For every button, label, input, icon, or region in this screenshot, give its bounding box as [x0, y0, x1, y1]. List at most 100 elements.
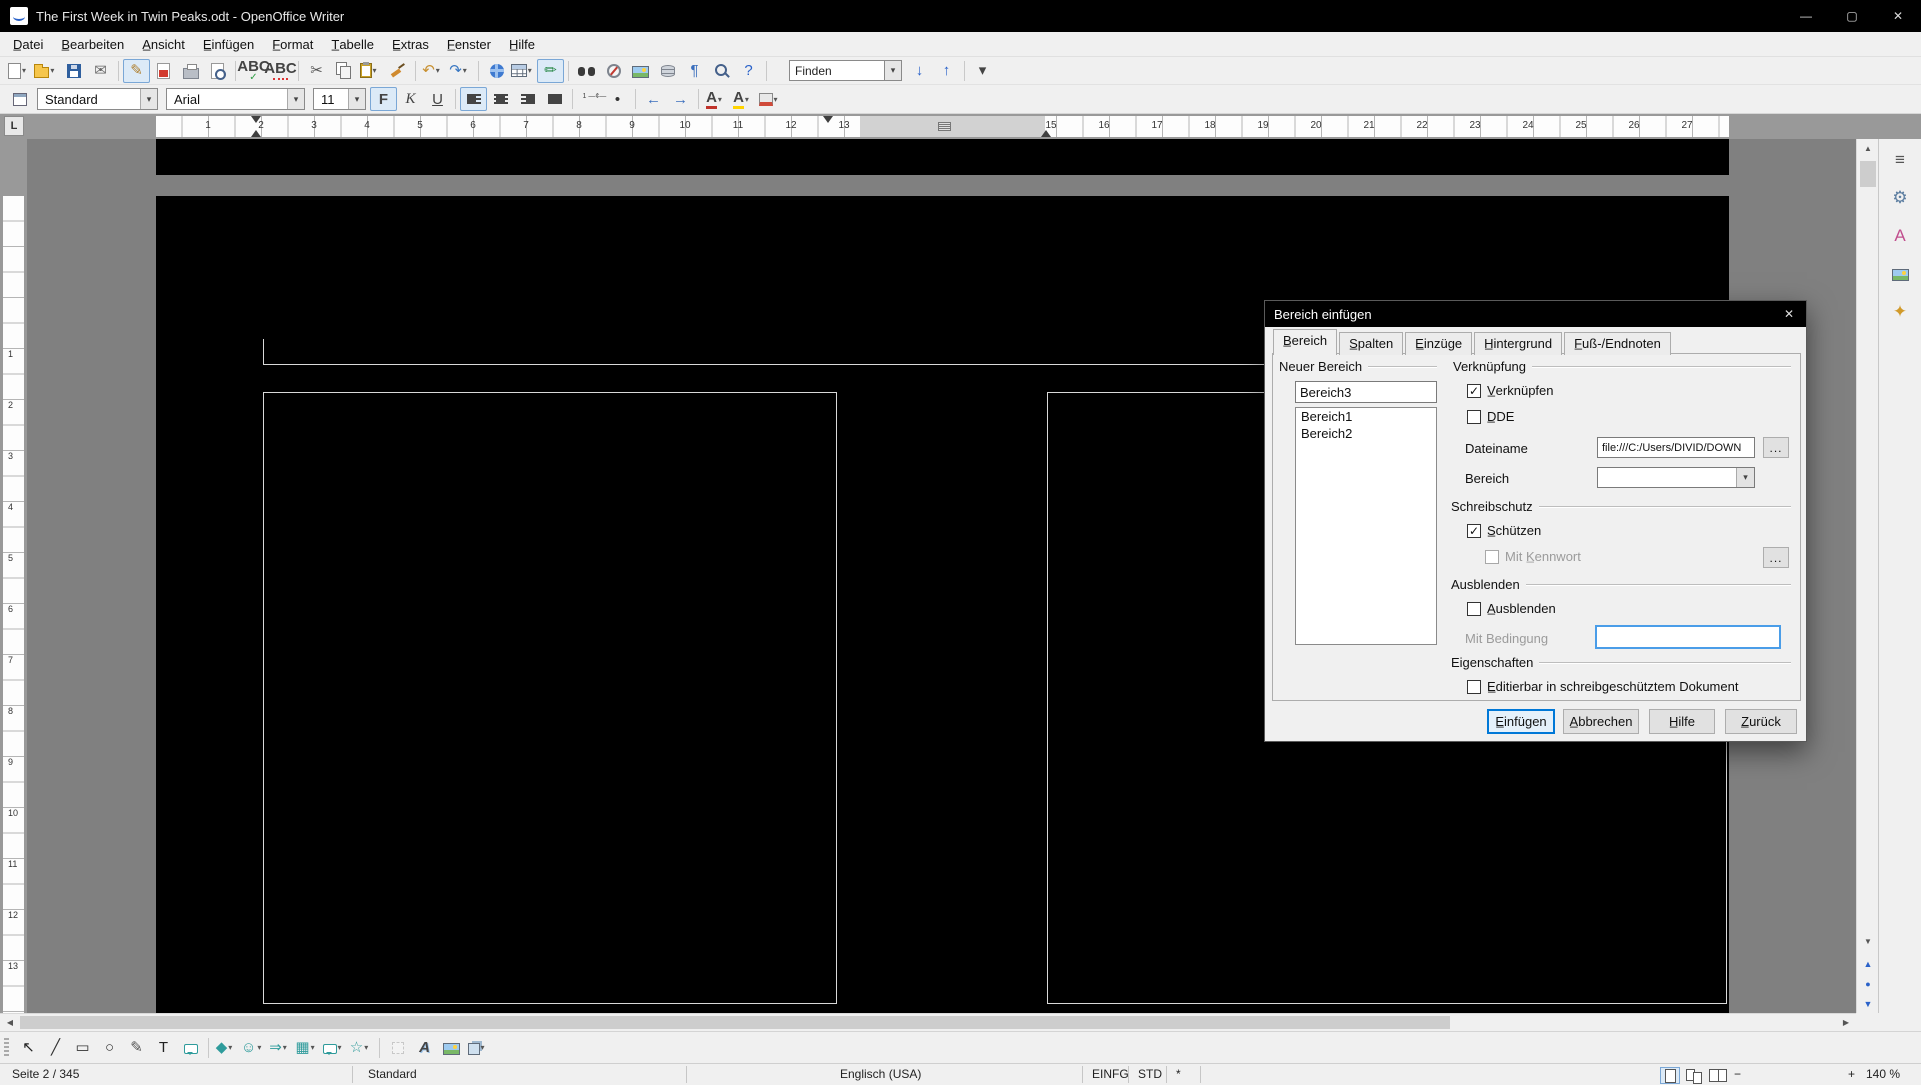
section-select-dropdown-icon[interactable]: ▾ — [1736, 468, 1754, 487]
tab-bereich[interactable]: B̲ereich — [1273, 329, 1337, 355]
send-email-button[interactable]: ✉ — [87, 59, 114, 83]
condition-input[interactable] — [1595, 625, 1781, 649]
find-replace-button[interactable] — [573, 59, 600, 83]
dde-checkbox[interactable]: D̲DE — [1467, 409, 1514, 424]
edit-file-button[interactable]: ✎ — [123, 59, 150, 83]
close-button[interactable]: ✕ — [1875, 0, 1921, 32]
insert-button[interactable]: E̲infügen — [1487, 709, 1555, 734]
export-pdf-button[interactable] — [150, 59, 177, 83]
minimize-button[interactable]: — — [1783, 0, 1829, 32]
font-size-dropdown-icon[interactable]: ▾ — [348, 89, 365, 109]
menu-tabelle[interactable]: T̲abelle — [322, 34, 383, 55]
menu-extras[interactable]: E̲xtras — [383, 34, 438, 55]
scroll-down-button[interactable]: ▼ — [1857, 932, 1879, 951]
bullet-list-button[interactable]: • — [604, 87, 631, 111]
view-book-button[interactable] — [1708, 1067, 1728, 1084]
next-page-button[interactable]: ▼ — [1857, 994, 1879, 1013]
font-color-button[interactable]: A▾ — [703, 87, 730, 111]
font-name-dropdown-icon[interactable]: ▾ — [287, 89, 304, 109]
draw-functions-button[interactable]: ✏ — [537, 59, 564, 83]
toolbar-grip[interactable] — [4, 1038, 9, 1058]
new-document-button[interactable]: ▾ — [6, 59, 33, 83]
dialog-titlebar[interactable]: Bereich einfügen ✕ — [1265, 301, 1806, 327]
menu-hilfe[interactable]: H̲ilfe — [500, 34, 544, 55]
find-next-button[interactable]: ↓ — [906, 59, 933, 83]
block-arrows-button[interactable]: ⇒▾ — [267, 1036, 294, 1060]
font-size-combo[interactable]: 11 ▾ — [313, 88, 366, 110]
help-button[interactable]: H̲ilfe — [1649, 709, 1715, 734]
hide-checkbox-box[interactable] — [1467, 602, 1481, 616]
section-list-item[interactable]: Bereich1 — [1296, 408, 1436, 425]
paragraph-style-combo[interactable]: Standard ▾ — [37, 88, 158, 110]
scroll-up-button[interactable]: ▲ — [1857, 139, 1879, 158]
vertical-ruler[interactable]: 12345678910111213 — [0, 139, 27, 1013]
restore-button[interactable]: ▢ — [1829, 0, 1875, 32]
decrease-indent-button[interactable]: ← — [640, 87, 667, 111]
view-multi-page-button[interactable] — [1684, 1067, 1704, 1084]
status-page-number[interactable]: Seite 2 / 345 — [12, 1067, 79, 1081]
line-button[interactable]: ╱ — [42, 1036, 69, 1060]
sidebar-toggle-button[interactable]: ≡ — [1884, 143, 1916, 175]
password-browse-button[interactable]: ... — [1763, 547, 1789, 568]
font-name-combo[interactable]: Arial ▾ — [166, 88, 305, 110]
column2-indent-marker[interactable] — [1041, 130, 1051, 137]
copy-button[interactable] — [330, 59, 357, 83]
tab-stop-selector[interactable]: L — [4, 116, 24, 136]
zoom-out-button[interactable]: − — [1734, 1067, 1741, 1081]
password-checkbox[interactable]: Mit K̲ennwort — [1485, 549, 1581, 564]
background-color-button[interactable]: ▾ — [757, 87, 784, 111]
titlebar[interactable]: The First Week in Twin Peaks.odt - OpenO… — [0, 0, 1921, 32]
menu-ansicht[interactable]: A̲nsicht — [133, 34, 194, 55]
redo-dropdown-icon[interactable]: ▾ — [463, 66, 472, 75]
increase-indent-button[interactable]: → — [667, 87, 694, 111]
cancel-button[interactable]: A̲bbrechen — [1563, 709, 1639, 734]
insert-table-button[interactable]: ▾ — [510, 59, 537, 83]
insert-table-dropdown-icon[interactable]: ▾ — [528, 66, 536, 75]
left-indent-marker[interactable] — [251, 130, 261, 137]
zoom-level[interactable]: 140 % — [1866, 1067, 1900, 1081]
find-dropdown-icon[interactable]: ▾ — [885, 60, 902, 81]
hide-checkbox[interactable]: A̲usblenden — [1467, 601, 1556, 616]
status-page-style[interactable]: Standard — [368, 1067, 417, 1081]
find-input[interactable] — [789, 60, 885, 81]
navigation-button[interactable]: ● — [1857, 974, 1879, 993]
undo-button[interactable]: ↶▾ — [420, 59, 447, 83]
sidebar-styles-button[interactable]: A — [1884, 219, 1916, 251]
print-button[interactable] — [177, 59, 204, 83]
block-arrows-dropdown-icon[interactable]: ▾ — [283, 1043, 292, 1052]
menu-bearbeiten[interactable]: B̲earbeiten — [52, 34, 133, 55]
fontwork-gallery-button[interactable]: A — [411, 1036, 438, 1060]
spellcheck-button[interactable]: ABC — [240, 59, 267, 83]
align-center-button[interactable] — [487, 87, 514, 111]
hyperlink-button[interactable] — [483, 59, 510, 83]
menu-einfuegen[interactable]: E̲infügen — [194, 34, 263, 55]
scroll-right-button[interactable]: ▶ — [1836, 1014, 1856, 1031]
italic-button[interactable]: K — [397, 87, 424, 111]
vertical-scroll-thumb[interactable] — [1860, 161, 1876, 187]
extrusion-dropdown-icon[interactable]: ▾ — [481, 1043, 490, 1052]
symbol-shapes-button[interactable]: ☺▾ — [240, 1036, 267, 1060]
dialog-close-button[interactable]: ✕ — [1772, 301, 1806, 327]
tab-einzuege[interactable]: E̲inzüge — [1405, 332, 1472, 355]
dde-checkbox-box[interactable] — [1467, 410, 1481, 424]
menu-fenster[interactable]: F̲enster — [438, 34, 500, 55]
section-listbox[interactable]: Bereich1Bereich2 — [1295, 407, 1437, 645]
data-sources-button[interactable] — [654, 59, 681, 83]
align-left-button[interactable] — [460, 87, 487, 111]
back-button[interactable]: Z̲urück — [1725, 709, 1797, 734]
cut-button[interactable]: ✂ — [303, 59, 330, 83]
highlighting-button[interactable]: A▾ — [730, 87, 757, 111]
align-justify-button[interactable] — [541, 87, 568, 111]
status-language[interactable]: Englisch (USA) — [840, 1067, 921, 1081]
navigator-button[interactable] — [600, 59, 627, 83]
tab-hintergrund[interactable]: H̲intergrund — [1474, 332, 1562, 355]
underline-button[interactable]: U — [424, 87, 451, 111]
paste-button[interactable]: ▾ — [357, 59, 384, 83]
stars-dropdown-icon[interactable]: ▾ — [364, 1043, 373, 1052]
status-selection-mode[interactable]: STD — [1138, 1067, 1162, 1081]
open-document-dropdown-icon[interactable]: ▾ — [50, 66, 59, 75]
undo-dropdown-icon[interactable]: ▾ — [436, 66, 445, 75]
freeform-line-button[interactable]: ✎ — [123, 1036, 150, 1060]
filename-input[interactable] — [1597, 437, 1755, 458]
right-indent-marker[interactable] — [823, 116, 833, 123]
